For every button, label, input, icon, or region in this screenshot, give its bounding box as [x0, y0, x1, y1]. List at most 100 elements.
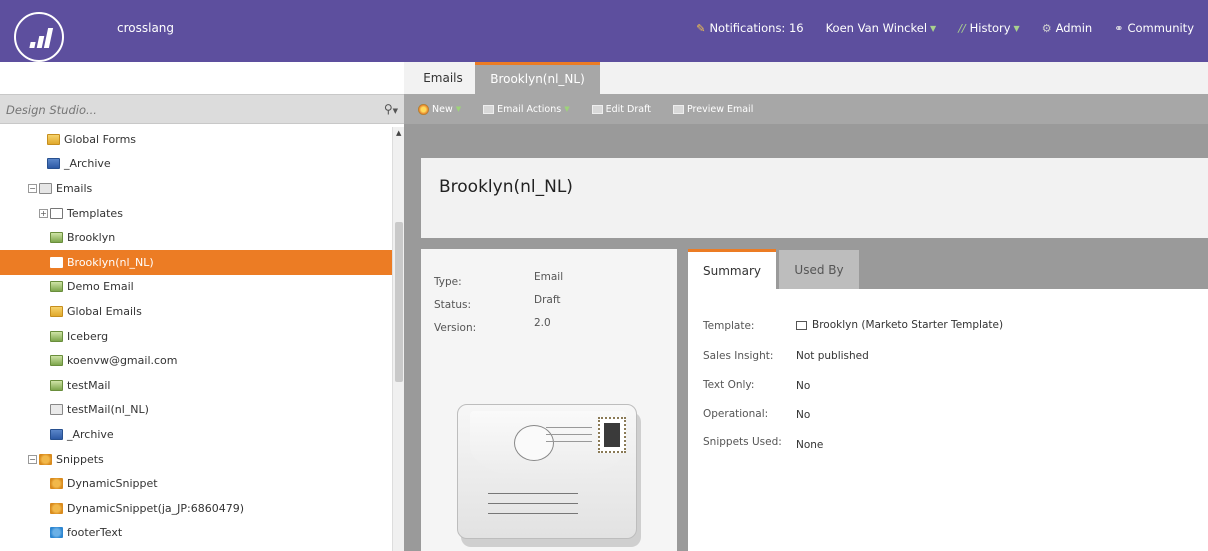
left-panel: ⚲▼ Global Forms _Archive − Emails + Temp… — [0, 62, 404, 551]
community-icon: ⚭ — [1114, 21, 1124, 35]
folder-icon — [50, 305, 63, 317]
tree-item-label: testMail(nl_NL) — [67, 403, 149, 417]
notifications-icon: ✎ — [696, 21, 706, 35]
tree-item-label: _Archive — [67, 427, 114, 441]
edit-draft-button[interactable]: Edit Draft — [591, 103, 651, 115]
edit-draft-label: Edit Draft — [605, 103, 651, 115]
type-value: Email — [534, 271, 564, 283]
history-label: History — [969, 21, 1011, 35]
tree-item-dynamicsnippet-ja-jp[interactable]: DynamicSnippet(ja_JP:6860479) — [0, 496, 392, 521]
tree-item-testmail-nl-nl[interactable]: testMail(nl_NL) — [0, 398, 392, 423]
tree-item-footertext[interactable]: footerText — [0, 521, 392, 546]
tree-item-label: DynamicSnippet(ja_JP:6860479) — [67, 501, 245, 515]
chevron-down-icon: ▼ — [1013, 23, 1020, 33]
tree-item-iceberg[interactable]: Iceberg — [0, 324, 392, 349]
email-icon — [50, 232, 63, 244]
design-studio-search-input[interactable] — [6, 101, 366, 119]
tree-item-label: testMail — [67, 378, 111, 392]
history-menu[interactable]: // History ▼ — [958, 21, 1020, 35]
preview-email-label: Preview Email — [686, 103, 754, 115]
tree-item-label: koenvw@gmail.com — [67, 354, 178, 368]
design-studio-tree: Global Forms _Archive − Emails + Templat… — [0, 127, 392, 551]
tree-item-templates[interactable]: + Templates — [0, 201, 392, 226]
notifications-label: Notifications: 16 — [709, 21, 804, 35]
tab-strip: Emails Brooklyn(nl_NL) — [404, 62, 1208, 94]
sales-insight-label: Sales Insight: — [703, 350, 774, 362]
text-only-label: Text Only: — [703, 379, 755, 391]
marketo-logo-icon[interactable] — [14, 12, 64, 62]
sales-insight-value: Not published — [796, 350, 869, 362]
version-value: 2.0 — [534, 317, 551, 329]
tab-brooklyn-nl-nl[interactable]: Brooklyn(nl_NL) — [475, 62, 600, 94]
asset-info-card: Type: Email Status: Draft Version: 2.0 — [421, 249, 677, 551]
template-icon — [796, 320, 807, 330]
email-actions-label: Email Actions — [497, 103, 562, 115]
email-icon — [50, 355, 63, 367]
email-actions-icon — [483, 104, 495, 114]
new-button[interactable]: New ▼ — [418, 103, 462, 115]
tree-item-emails[interactable]: − Emails — [0, 176, 392, 201]
tree-item-label: Demo Email — [67, 280, 134, 294]
tree-item-label: Global Emails — [67, 304, 142, 318]
snippet-icon — [39, 453, 52, 465]
community-link[interactable]: ⚭ Community — [1114, 21, 1194, 35]
admin-link[interactable]: ⚙ Admin — [1042, 21, 1093, 35]
tree-item-label: Brooklyn(nl_NL) — [67, 255, 154, 269]
tab-used-by[interactable]: Used By — [779, 250, 859, 289]
stamp-icon — [598, 417, 626, 453]
tree-item-koenvw-gmail[interactable]: koenvw@gmail.com — [0, 348, 392, 373]
new-icon — [418, 103, 429, 115]
email-actions-button[interactable]: Email Actions ▼ — [483, 103, 570, 115]
template-value[interactable]: Brooklyn (Marketo Starter Template) — [796, 319, 1003, 331]
snippet-icon — [50, 527, 63, 539]
collapse-icon[interactable]: − — [28, 183, 37, 193]
archive-icon — [50, 428, 63, 440]
tree-item-label: DynamicSnippet — [67, 477, 158, 491]
tree-item-demo-email[interactable]: Demo Email — [0, 275, 392, 300]
version-label: Version: — [434, 322, 477, 334]
tree-item-testmail[interactable]: testMail — [0, 373, 392, 398]
tree-item-brooklyn-nl-nl[interactable]: Brooklyn(nl_NL) — [0, 249, 392, 275]
scrollbar-thumb[interactable] — [395, 222, 403, 382]
email-icon — [50, 281, 63, 293]
user-name: Koen Van Winckel — [825, 21, 928, 35]
snippet-icon — [50, 502, 63, 514]
tree-item-label: Brooklyn — [67, 231, 116, 245]
template-label: Template: — [703, 320, 755, 332]
toolbar: New ▼ Email Actions ▼ Edit Draft Preview… — [404, 94, 1208, 124]
templates-folder-icon — [50, 207, 63, 219]
tree-item-label: footerText — [67, 526, 123, 540]
email-icon — [50, 404, 63, 416]
search-options-button[interactable]: ⚲▼ — [384, 102, 398, 116]
operational-value: No — [796, 409, 811, 421]
collapse-icon[interactable]: − — [28, 454, 37, 464]
tab-summary[interactable]: Summary — [688, 249, 776, 289]
tree-item-snippets[interactable]: − Snippets — [0, 447, 392, 472]
tree-item-dynamicsnippet[interactable]: DynamicSnippet — [0, 471, 392, 496]
status-value: Draft — [534, 294, 561, 306]
chevron-down-icon: ▼ — [564, 105, 570, 113]
chevron-down-icon: ▼ — [392, 107, 398, 115]
tree-item-global-emails[interactable]: Global Emails — [0, 299, 392, 324]
tree-item-archive[interactable]: _Archive — [0, 152, 392, 177]
tree-item-archive-emails[interactable]: _Archive — [0, 422, 392, 447]
page-title: Brooklyn(nl_NL) — [439, 177, 573, 197]
tree-item-global-forms[interactable]: Global Forms — [0, 127, 392, 152]
tree-item-brooklyn[interactable]: Brooklyn — [0, 225, 392, 250]
user-menu[interactable]: Koen Van Winckel ▼ — [826, 21, 937, 35]
expand-icon[interactable]: + — [39, 208, 48, 218]
chevron-down-icon: ▼ — [455, 105, 462, 113]
snippets-used-value: None — [796, 439, 824, 451]
app-title[interactable]: crosslang — [117, 21, 174, 35]
tree-scrollbar[interactable]: ▲ — [392, 127, 404, 551]
tree-item-label: _Archive — [64, 157, 111, 171]
preview-email-button[interactable]: Preview Email — [672, 103, 754, 115]
search-icon: ⚲ — [383, 102, 393, 116]
edit-icon — [591, 104, 603, 114]
text-only-value: No — [796, 380, 811, 392]
notifications-link[interactable]: ✎ Notifications: 16 — [696, 21, 803, 35]
tab-emails[interactable]: Emails — [412, 62, 474, 94]
chevron-down-icon: ▼ — [930, 23, 937, 33]
snippets-used-label: Snippets Used: — [703, 436, 782, 448]
scroll-up-icon[interactable]: ▲ — [396, 129, 401, 137]
